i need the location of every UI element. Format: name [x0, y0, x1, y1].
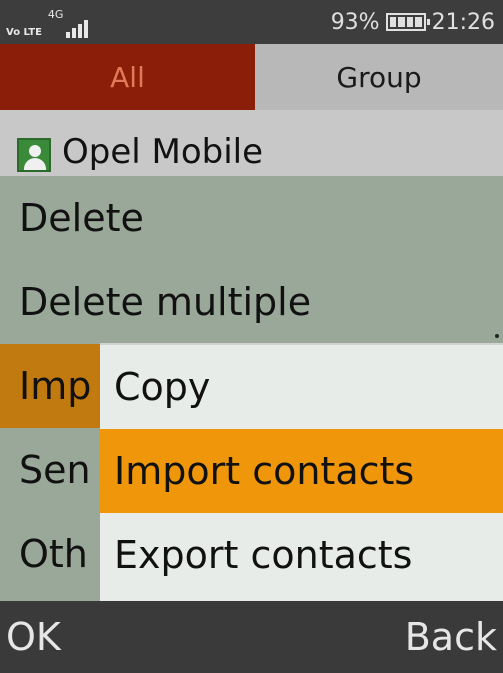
status-right: 93% 21:26 — [331, 6, 495, 38]
volte-indicator: Vo LTE — [6, 27, 42, 38]
submenu-item-copy[interactable]: Copy — [100, 345, 503, 429]
softkey-bar: OK Back — [0, 601, 503, 673]
submenu-item-label: Export contacts — [114, 533, 413, 577]
menu-item-label: Delete multiple — [19, 280, 312, 324]
status-bar: Vo LTE 4G 93% 21:26 — [0, 0, 503, 44]
import-export-submenu: Copy Import contacts Export contacts — [100, 343, 503, 601]
submenu-item-label: Import contacts — [114, 449, 415, 493]
battery-icon — [385, 13, 430, 31]
submenu-item-import-contacts[interactable]: Import contacts — [100, 429, 503, 513]
contact-list-item[interactable]: Opel Mobile — [0, 110, 503, 178]
menu-item-delete-multiple[interactable]: Delete multiple — [0, 260, 503, 344]
menu-item-label: Delete — [19, 196, 144, 240]
status-left: Vo LTE 4G — [6, 6, 89, 38]
menu-item-label: Oth — [19, 532, 88, 576]
tab-group[interactable]: Group — [255, 44, 503, 110]
scroll-indicator — [495, 334, 499, 338]
signal-strength-icon — [66, 20, 89, 38]
menu-item-import-export[interactable]: Imp — [0, 344, 100, 428]
back-softkey[interactable]: Back — [405, 601, 497, 673]
menu-item-label: Sen — [19, 448, 91, 492]
submenu-item-export-contacts[interactable]: Export contacts — [100, 513, 503, 597]
clock: 21:26 — [431, 9, 495, 35]
submenu-item-label: Copy — [114, 365, 211, 409]
tab-all[interactable]: All — [0, 44, 255, 110]
network-type: 4G — [47, 8, 64, 21]
menu-item-delete[interactable]: Delete — [0, 176, 503, 260]
contact-name: Opel Mobile — [62, 132, 264, 172]
tab-bar: All Group — [0, 44, 503, 110]
battery-percent: 93% — [330, 9, 380, 35]
menu-item-label: Imp — [19, 364, 92, 408]
person-icon — [17, 138, 51, 172]
ok-softkey[interactable]: OK — [6, 601, 61, 673]
